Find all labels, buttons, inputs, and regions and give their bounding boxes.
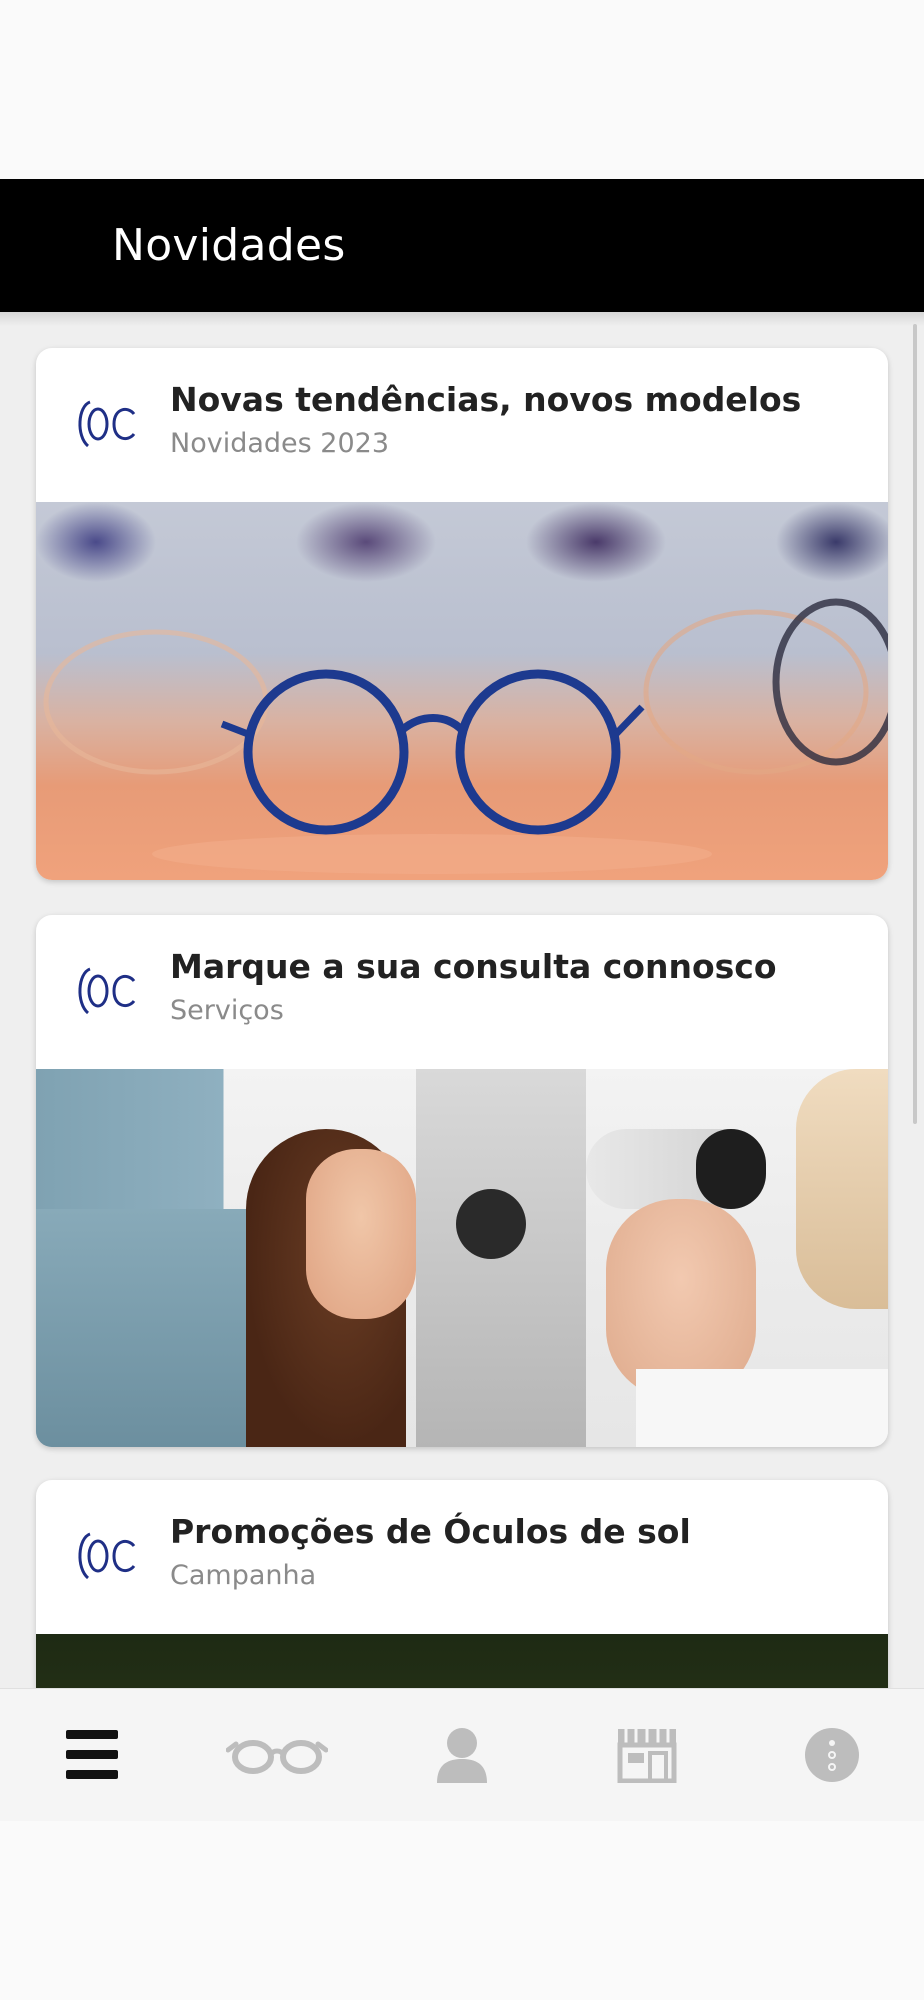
oc-logo-icon	[78, 1532, 136, 1580]
photo-patient-face	[306, 1149, 416, 1319]
news-feed[interactable]: Novas tendências, novos modelos Novidade…	[0, 312, 924, 1688]
nav-item-info[interactable]	[739, 1689, 924, 1822]
news-card[interactable]: Promoções de Óculos de sol Campanha	[36, 1480, 888, 1688]
info-icon	[804, 1728, 859, 1782]
photo-doctor-hair	[796, 1069, 888, 1309]
glasses-icon	[226, 1740, 329, 1774]
card-subtitle: Campanha	[170, 1560, 317, 1591]
card-header: Marque a sua consulta connosco Serviços	[36, 915, 888, 1069]
oc-logo-icon	[78, 967, 136, 1015]
card-image[interactable]	[36, 502, 888, 880]
nav-item-glasses[interactable]	[185, 1689, 370, 1822]
system-area	[0, 1821, 924, 2000]
news-card[interactable]: Marque a sua consulta connosco Serviços	[36, 915, 888, 1447]
app-bar: Novidades	[0, 179, 924, 312]
photo-coat	[636, 1369, 888, 1447]
nav-item-menu[interactable]	[0, 1689, 185, 1822]
photo-eyepiece	[586, 1129, 766, 1209]
card-subtitle: Novidades 2023	[170, 428, 389, 459]
card-title: Promoções de Óculos de sol	[170, 1512, 691, 1551]
page-title: Novidades	[112, 220, 346, 271]
news-card[interactable]: Novas tendências, novos modelos Novidade…	[36, 348, 888, 880]
nav-item-profile[interactable]	[370, 1689, 555, 1822]
nav-item-stores[interactable]	[554, 1689, 739, 1822]
glasses-photo-icon	[43, 598, 888, 874]
card-header: Novas tendências, novos modelos Novidade…	[36, 348, 888, 502]
card-image[interactable]	[36, 1634, 888, 1688]
photo-background	[36, 1209, 246, 1447]
user-icon	[436, 1728, 487, 1783]
photo-slit-lamp	[416, 1069, 586, 1447]
menu-icon	[66, 1730, 119, 1779]
oc-logo-icon	[78, 400, 136, 448]
store-icon	[617, 1729, 677, 1783]
card-title: Marque a sua consulta connosco	[170, 947, 777, 986]
card-header: Promoções de Óculos de sol Campanha	[36, 1480, 888, 1634]
status-bar-area	[0, 0, 924, 179]
card-title: Novas tendências, novos modelos	[170, 380, 802, 419]
bottom-navigation	[0, 1688, 924, 1821]
card-image[interactable]	[36, 1069, 888, 1447]
card-subtitle: Serviços	[170, 995, 284, 1026]
scrollbar[interactable]	[913, 324, 917, 1124]
